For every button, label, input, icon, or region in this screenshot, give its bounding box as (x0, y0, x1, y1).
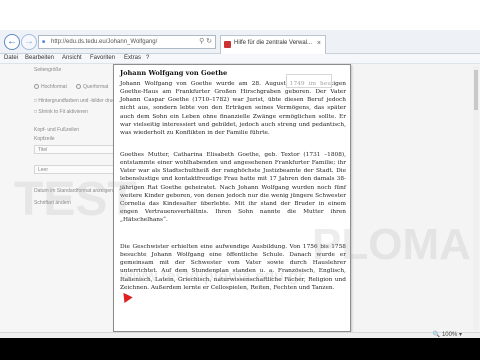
header-footer-label: Kopf- und Fußzeilen (34, 127, 80, 133)
address-url: http://edu.ds.tedu.eu/Johann_Wolfgang/ (51, 39, 158, 45)
watermark-brand-1: TEST (14, 173, 137, 226)
forward-arrow-icon[interactable]: → (21, 34, 37, 50)
header-label: Kopfzeile (34, 136, 55, 142)
document-page: Johann Wolfgang von Goethe Johann Wolfga… (113, 64, 351, 332)
tab-title: Hilfe für die zentrale Verwal... (234, 40, 313, 46)
paragraph-2: Goethes Mutter, Catharina Elisabeth Goet… (120, 152, 346, 224)
ghost-dropdown (286, 74, 332, 88)
close-icon[interactable]: × (317, 40, 321, 47)
watermark-site: www.testdiploma.edu.gr (120, 268, 305, 285)
shrink-to-fit-label: Shrink to Fit aktivieren (38, 109, 88, 115)
back-arrow-icon[interactable]: ← (4, 34, 20, 50)
vertical-scrollbar[interactable] (473, 66, 479, 330)
scrollbar-thumb[interactable] (474, 70, 478, 110)
letterbox-bottom (0, 338, 480, 360)
search-refresh-icons[interactable]: ⚲ ↻ (199, 37, 212, 45)
address-input[interactable]: ■ http://edu.ds.tedu.eu/Johann_Wolfgang/… (38, 35, 216, 49)
tab-active[interactable]: Hilfe für die zentrale Verwal... × (220, 35, 326, 54)
watermark-brand-2: PLOMA (312, 220, 471, 269)
print-background-label: Hintergrundfarben und -bilder drucken (38, 98, 123, 104)
zoom-level[interactable]: 🔍 100% ▾ (433, 331, 462, 338)
orientation-portrait[interactable]: Hochformat (34, 84, 67, 90)
menu-item-bearbeiten[interactable]: Bearbeiten (25, 55, 54, 61)
document-heading: Johann Wolfgang von Goethe (120, 69, 228, 77)
paper-size-label: Seitengröße (34, 67, 62, 73)
portrait-label: Hochformat (41, 84, 67, 90)
menu-item-extras[interactable]: Extras (124, 55, 141, 61)
header-select-value: Titel (38, 147, 48, 153)
paragraph-1: Johann Wolfgang von Goethe wurde am 28. … (120, 81, 346, 136)
site-icon (224, 41, 231, 48)
orientation-landscape[interactable]: Querformat (76, 84, 108, 90)
address-bar-row: ← → ■ http://edu.ds.tedu.eu/Johann_Wolfg… (0, 30, 480, 54)
print-background-check[interactable]: □ Hintergrundfarben und -bilder drucken (34, 98, 123, 104)
landscape-label: Querformat (83, 84, 109, 90)
menu-item-favoriten[interactable]: Favoriten (90, 55, 115, 61)
page-icon: ■ (42, 39, 46, 45)
menu-item-ansicht[interactable]: Ansicht (62, 55, 82, 61)
shrink-to-fit-check[interactable]: □ Shrink to Fit aktivieren (34, 109, 88, 115)
menu-item-help[interactable]: ? (146, 55, 149, 61)
menu-bar: Datei Bearbeiten Ansicht Favoriten Extra… (0, 54, 480, 64)
menu-item-datei[interactable]: Datei (4, 55, 18, 61)
